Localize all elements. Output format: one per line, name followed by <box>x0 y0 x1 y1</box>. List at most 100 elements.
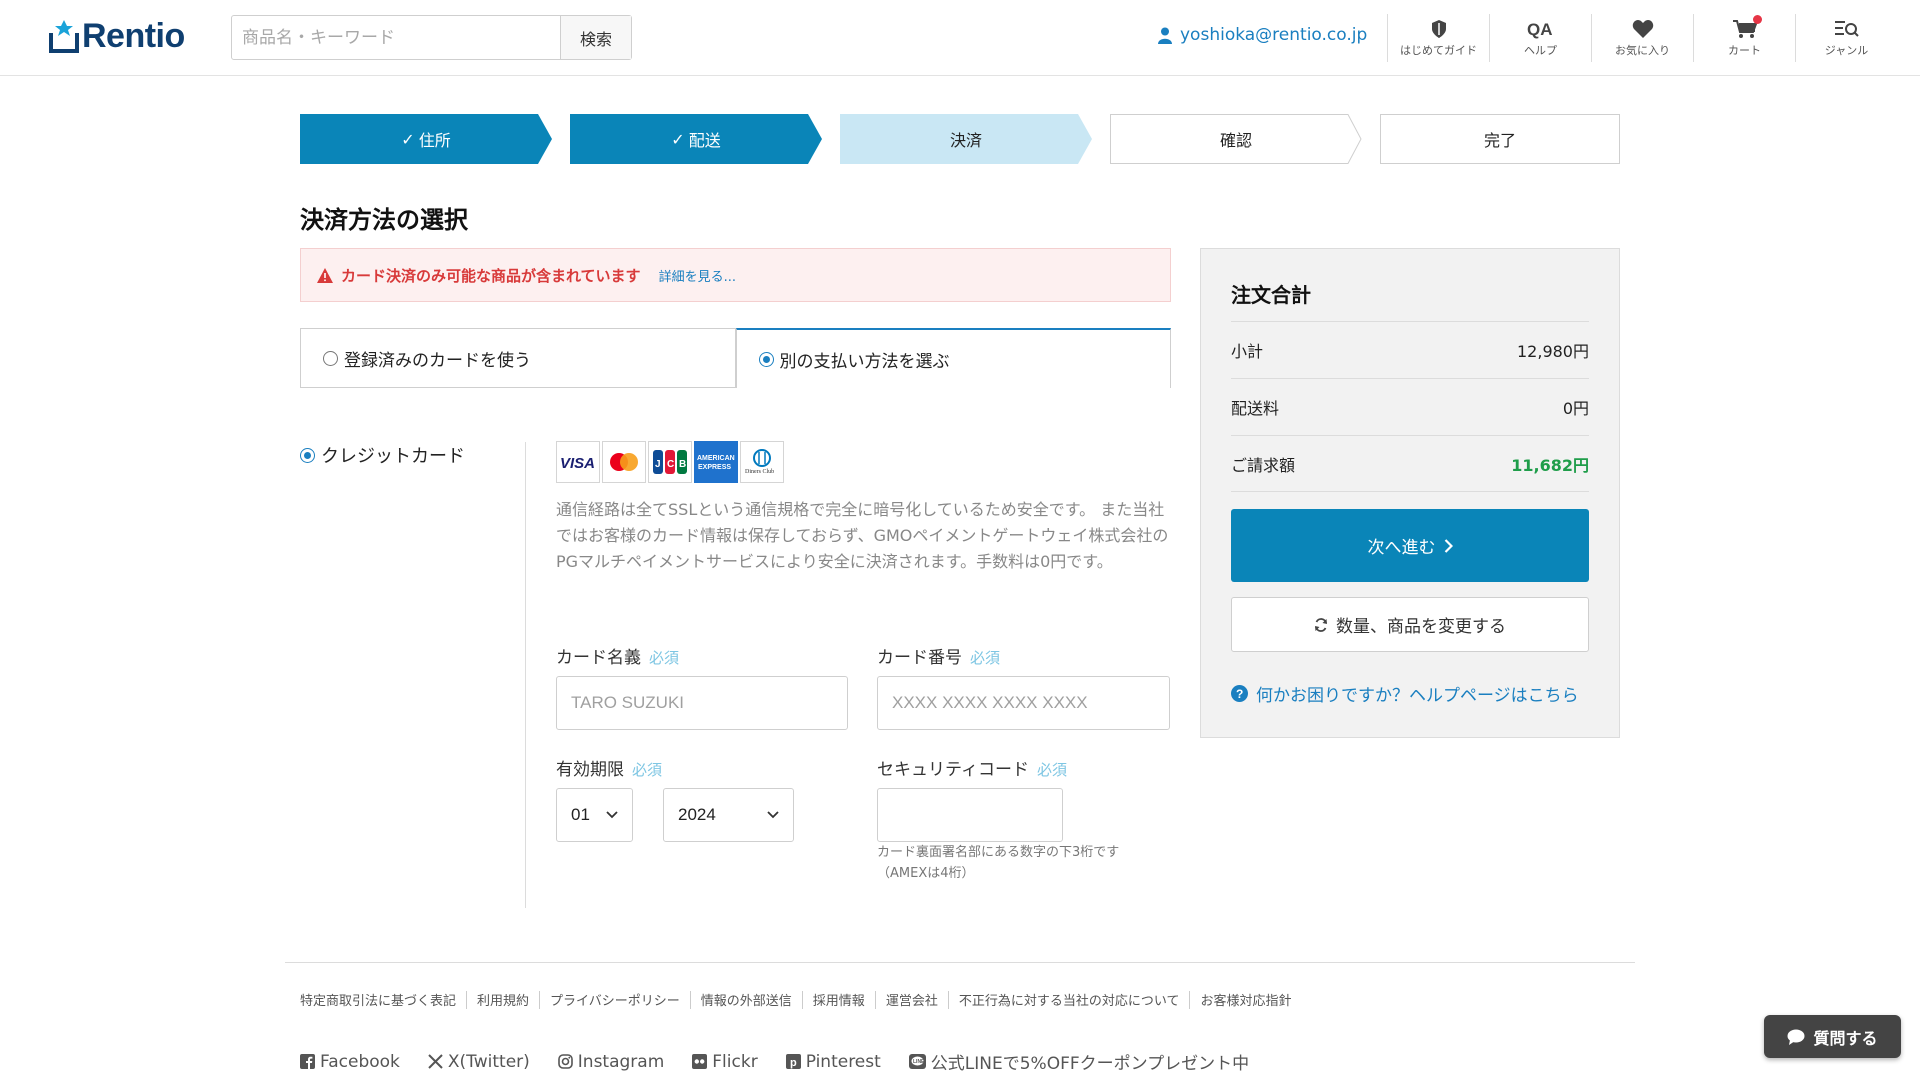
qa-icon: QA <box>1527 20 1553 39</box>
footer-link-tokushoho[interactable]: 特定商取引法に基づく表記 <box>300 990 456 1009</box>
alert-text: カード決済のみ可能な商品が含まれています <box>341 266 641 285</box>
svg-text:?: ? <box>1236 687 1243 701</box>
flickr-icon <box>692 1054 708 1069</box>
step-payment: 決済 <box>840 114 1092 164</box>
subtotal-value: 12,980円 <box>1517 342 1589 361</box>
line-icon: LINE <box>908 1054 926 1069</box>
card-brand-logos: VISA JCB AMERICAN EXPRESS Diners Club <box>556 441 784 483</box>
nav-guide[interactable]: はじめてガイド <box>1387 14 1489 62</box>
expiry-year-select[interactable]: 2024 <box>663 788 794 842</box>
card-number-input[interactable]: XXXX XXXX XXXX XXXX <box>877 676 1170 730</box>
next-button-label: 次へ進む <box>1367 538 1436 558</box>
change-items-button[interactable]: 数量、商品を変更する <box>1231 597 1589 652</box>
search-input[interactable] <box>232 16 560 59</box>
step-payment-label: 決済 <box>949 131 982 150</box>
nav-guide-label: はじめてガイド <box>1400 43 1477 57</box>
change-items-label: 数量、商品を変更する <box>1336 617 1506 637</box>
cvc-label-text: セキュリティコード <box>877 760 1029 780</box>
chat-bubble-icon <box>1787 1029 1805 1045</box>
shipping-label: 配送料 <box>1231 399 1280 418</box>
expiry-month-select[interactable]: 01 <box>556 788 633 842</box>
nav-cart-label: カート <box>1728 43 1761 57</box>
summary-title: 注文合計 <box>1231 283 1311 307</box>
chevron-right-icon <box>1444 538 1453 553</box>
credit-card-radio[interactable] <box>300 447 315 463</box>
step-complete-label: 完了 <box>1483 131 1516 150</box>
total-row: ご請求額 11,682円 <box>1231 435 1589 492</box>
cvc-label: セキュリティコード 必須 <box>877 755 1067 780</box>
nav-help[interactable]: QA ヘルプ <box>1489 14 1591 62</box>
required-badge: 必須 <box>970 649 1001 667</box>
social-x[interactable]: X(Twitter) <box>428 1052 530 1072</box>
required-badge: 必須 <box>649 649 680 667</box>
social-flickr[interactable]: Flickr <box>692 1051 758 1072</box>
footer-link-external[interactable]: 情報の外部送信 <box>701 990 792 1009</box>
cvc-hint: カード裏面署名部にある数字の下3桁です （AMEXは4桁） <box>877 842 1119 884</box>
amex-logo: AMERICAN EXPRESS <box>694 441 738 483</box>
help-page-link[interactable]: ? 何かお困りですか？ヘルプページはこちら <box>1231 681 1579 706</box>
social-line-label: 公式LINEで5%OFFクーポンプレゼント中 <box>930 1054 1250 1074</box>
rentio-logo[interactable]: Rentio <box>48 16 185 56</box>
question-circle-icon: ? <box>1231 685 1248 702</box>
ask-question-label: 質問する <box>1813 1028 1878 1048</box>
payment-source-tabs: 登録済みのカードを使う 別の支払い方法を選ぶ <box>300 328 1171 388</box>
expiry-label-text: 有効期限 <box>556 760 624 780</box>
tab-saved-card-label: 登録済みのカードを使う <box>344 350 531 371</box>
saved-card-radio[interactable] <box>323 350 338 366</box>
svg-text:VISA: VISA <box>560 455 595 472</box>
credit-card-option[interactable]: クレジットカード <box>300 442 465 468</box>
social-instagram-label: Instagram <box>577 1051 665 1072</box>
other-method-radio[interactable] <box>758 351 774 367</box>
svg-text:B: B <box>679 459 686 470</box>
next-button[interactable]: 次へ進む <box>1231 509 1589 582</box>
nav-cart[interactable]: カート <box>1693 14 1795 62</box>
credit-card-label: クレジットカード <box>321 446 465 467</box>
alert-details-link[interactable]: 詳細を見る... <box>659 266 736 285</box>
footer-link-fraud[interactable]: 不正行為に対する当社の対応について <box>959 990 1180 1009</box>
facebook-icon <box>300 1054 315 1069</box>
footer-link-customer-policy[interactable]: お客様対応指針 <box>1200 990 1291 1009</box>
cvc-input[interactable] <box>877 788 1063 842</box>
expiry-month-value: 01 <box>571 805 590 824</box>
tab-saved-card[interactable]: 登録済みのカードを使う <box>300 328 736 388</box>
tab-other-method[interactable]: 別の支払い方法を選ぶ <box>735 328 1171 388</box>
footer-divider <box>285 962 1635 963</box>
required-badge: 必須 <box>1036 761 1067 779</box>
social-instagram[interactable]: Instagram <box>557 1051 665 1072</box>
cvc-hint-line2: （AMEXは4桁） <box>877 866 975 881</box>
svg-text:LINE: LINE <box>913 1059 925 1065</box>
check-icon: ✓ <box>671 129 685 149</box>
footer-link-terms[interactable]: 利用規約 <box>477 990 529 1009</box>
card-name-input[interactable]: TARO SUZUKI <box>556 676 848 730</box>
step-delivery: ✓ 配送 <box>570 114 822 164</box>
footer-link-company[interactable]: 運営会社 <box>886 990 938 1009</box>
shield-icon <box>1431 19 1446 38</box>
social-line[interactable]: LINE 公式LINEで5%OFFクーポンプレゼント中 <box>908 1049 1250 1074</box>
social-pinterest-label: Pinterest <box>805 1051 881 1072</box>
order-summary: 注文合計 小計 12,980円 配送料 0円 ご請求額 11,682円 次へ進む… <box>1200 248 1620 738</box>
svg-text:J: J <box>655 459 661 470</box>
footer-link-recruit[interactable]: 採用情報 <box>813 990 865 1009</box>
search-button[interactable]: 検索 <box>560 16 631 59</box>
svg-text:C: C <box>667 459 674 470</box>
user-account-link[interactable]: yoshioka@rentio.co.jp <box>1158 25 1367 45</box>
shipping-row: 配送料 0円 <box>1231 378 1589 435</box>
nav-favorites[interactable]: お気に入り <box>1591 14 1693 62</box>
social-facebook[interactable]: Facebook <box>300 1052 400 1072</box>
social-pinterest[interactable]: p Pinterest <box>785 1051 881 1072</box>
svg-text:p: p <box>790 1057 797 1069</box>
card-name-label-text: カード名義 <box>556 648 641 668</box>
chevron-down-icon <box>606 811 618 819</box>
step-complete: 完了 <box>1380 114 1620 164</box>
subtotal-row: 小計 12,980円 <box>1231 321 1589 378</box>
expiry-year-value: 2024 <box>678 805 716 824</box>
footer-link-privacy[interactable]: プライバシーポリシー <box>550 990 680 1009</box>
nav-genre-label: ジャンル <box>1824 43 1869 57</box>
ask-question-button[interactable]: 質問する <box>1764 1015 1901 1058</box>
cart-badge-dot <box>1753 15 1762 24</box>
nav-genre[interactable]: ジャンル <box>1795 14 1897 62</box>
nav-help-label: ヘルプ <box>1524 43 1557 57</box>
social-flickr-label: Flickr <box>712 1051 758 1072</box>
social-links: Facebook X(Twitter) Instagram Flickr p P… <box>300 1049 1249 1074</box>
x-icon <box>428 1054 443 1069</box>
